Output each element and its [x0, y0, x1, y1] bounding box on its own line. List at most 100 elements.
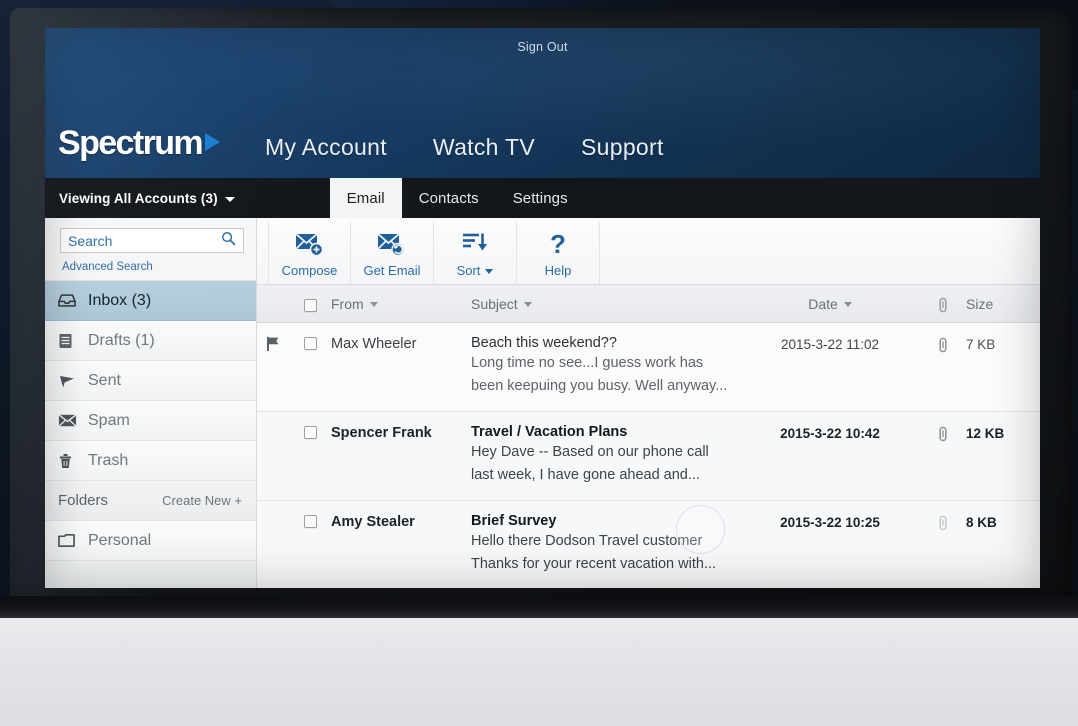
select-all-checkbox[interactable]	[289, 297, 331, 312]
sent-icon	[58, 373, 84, 389]
help-button[interactable]: ? Help	[517, 222, 600, 284]
flag-icon	[267, 337, 279, 351]
row-attachment	[920, 513, 966, 532]
row-subject: Travel / Vacation Plans Hey Dave -- Base…	[471, 424, 740, 487]
sort-button-label: Sort	[457, 263, 494, 278]
row-subject: Brief Survey Hello there Dodson Travel c…	[471, 513, 740, 576]
tab-email[interactable]: Email	[329, 178, 402, 218]
get-email-button[interactable]: Get Email	[351, 222, 434, 284]
get-email-button-label: Get Email	[363, 263, 421, 278]
sidebar-item-label: Sent	[88, 371, 121, 389]
tab-contacts[interactable]: Contacts	[402, 178, 496, 218]
folder-list: Inbox (3) Drafts (1) Sent Spam Trash Fol…	[45, 280, 256, 561]
paperclip-icon	[939, 515, 947, 531]
logo-wordmark: Spectrum	[58, 124, 204, 162]
sign-out-link[interactable]: Sign Out	[45, 40, 1040, 54]
site-header: Sign Out Spectrum My Account Watch TV Su…	[45, 28, 1040, 178]
row-flag[interactable]	[257, 424, 289, 425]
sort-label-text: Sort	[456, 263, 481, 278]
sidebar-item-trash[interactable]: Trash	[45, 441, 256, 481]
search-box[interactable]	[60, 228, 244, 253]
column-header-attachment[interactable]	[920, 295, 966, 314]
sidebar-item-personal[interactable]: Personal	[45, 521, 256, 561]
chevron-down-icon	[224, 196, 235, 202]
row-flag[interactable]	[257, 513, 289, 514]
sidebar-item-label: Drafts (1)	[88, 331, 155, 349]
row-attachment	[920, 335, 966, 354]
spam-icon	[58, 413, 84, 428]
desk-surface	[0, 618, 1078, 726]
nav-item-watch-tv[interactable]: Watch TV	[433, 134, 535, 160]
checkbox-icon[interactable]	[303, 514, 317, 528]
compose-button[interactable]: Compose	[268, 222, 351, 284]
row-checkbox[interactable]	[289, 335, 331, 350]
checkbox-icon[interactable]	[303, 298, 317, 312]
row-preview-line1: Hey Dave -- Based on our phone call	[471, 443, 709, 460]
paperclip-icon	[939, 297, 947, 312]
column-header-size[interactable]: Size	[966, 296, 1040, 312]
app-body: Advanced Search Inbox (3)	[45, 218, 1040, 588]
folder-icon	[58, 533, 84, 548]
row-subject-title: Brief Survey	[471, 512, 557, 529]
column-header-date-inner: Date	[808, 296, 852, 312]
row-from: Max Wheeler	[331, 336, 417, 352]
checkbox-icon[interactable]	[303, 425, 317, 439]
row-date: 2015-3-22 10:42	[780, 425, 880, 441]
nav-item-my-account[interactable]: My Account	[265, 134, 387, 160]
row-attachment	[920, 424, 966, 443]
column-header-date[interactable]: Date	[740, 296, 920, 312]
viewing-accounts-selector[interactable]: Viewing All Accounts (3)	[45, 178, 235, 218]
chevron-down-icon	[523, 301, 532, 307]
sort-descending-icon	[461, 228, 489, 260]
row-size: 12 KB	[966, 425, 1005, 441]
sidebar-item-label: Trash	[88, 451, 129, 469]
chevron-down-icon	[843, 301, 852, 307]
advanced-search-link[interactable]: Advanced Search	[45, 257, 256, 280]
table-row[interactable]: Max Wheeler Beach this weekend?? Long ti…	[257, 323, 1040, 412]
paperclip-icon	[939, 337, 947, 353]
tab-settings[interactable]: Settings	[496, 178, 585, 218]
row-checkbox[interactable]	[289, 513, 331, 528]
sort-button[interactable]: Sort	[434, 222, 517, 284]
column-header-subject[interactable]: Subject	[471, 296, 740, 312]
row-date: 2015-3-22 11:02	[780, 337, 880, 352]
compose-mail-icon	[294, 228, 325, 260]
sidebar-item-sent[interactable]: Sent	[45, 361, 256, 401]
create-new-folder-link[interactable]: Create New +	[162, 493, 242, 508]
inbox-icon	[58, 293, 84, 308]
checkbox-icon[interactable]	[303, 337, 317, 350]
sidebar-item-drafts[interactable]: Drafts (1)	[45, 321, 256, 361]
sidebar-item-spam[interactable]: Spam	[45, 401, 256, 441]
column-header-date-label: Date	[808, 296, 838, 312]
mail-pane: Compose Get Email Sort ? Help From Subje…	[257, 218, 1040, 588]
svg-text:?: ?	[550, 230, 566, 258]
row-preview-line2: Thanks for your recent vacation with...	[471, 556, 716, 573]
search-icon[interactable]	[221, 231, 236, 251]
sidebar-item-label: Inbox (3)	[88, 291, 152, 309]
nav-item-support[interactable]: Support	[581, 134, 664, 160]
row-checkbox[interactable]	[289, 424, 331, 439]
row-size: 8 KB	[966, 514, 997, 530]
screenshot-stage: Sign Out Spectrum My Account Watch TV Su…	[0, 0, 1078, 726]
paperclip-icon	[939, 426, 947, 442]
compose-button-label: Compose	[281, 263, 338, 278]
primary-nav: Spectrum My Account Watch TV Support	[45, 126, 1040, 160]
row-subject-title: Beach this weekend??	[471, 335, 617, 351]
search-input[interactable]	[68, 232, 221, 249]
row-flag[interactable]	[257, 335, 289, 352]
column-header-from[interactable]: From	[331, 296, 471, 312]
row-date: 2015-3-22 10:25	[780, 514, 880, 530]
question-mark-icon: ?	[546, 228, 570, 260]
section-tabs: Email Contacts Settings	[329, 178, 585, 218]
folders-section-title: Folders	[58, 492, 109, 509]
column-header-from-label: From	[331, 296, 364, 312]
mail-toolbar: Compose Get Email Sort ? Help	[257, 218, 1040, 285]
table-row[interactable]: Spencer Frank Travel / Vacation Plans He…	[257, 411, 1040, 501]
table-row[interactable]: Amy Stealer Brief Survey Hello there Dod…	[257, 500, 1040, 588]
row-preview-line1: Long time no see...I guess work has	[471, 355, 704, 371]
play-triangle-icon	[205, 133, 221, 151]
sidebar-item-inbox[interactable]: Inbox (3)	[45, 281, 256, 321]
spectrum-logo[interactable]: Spectrum	[58, 124, 221, 162]
row-subject-title: Travel / Vacation Plans	[471, 423, 628, 440]
row-subject: Beach this weekend?? Long time no see...…	[471, 335, 740, 398]
